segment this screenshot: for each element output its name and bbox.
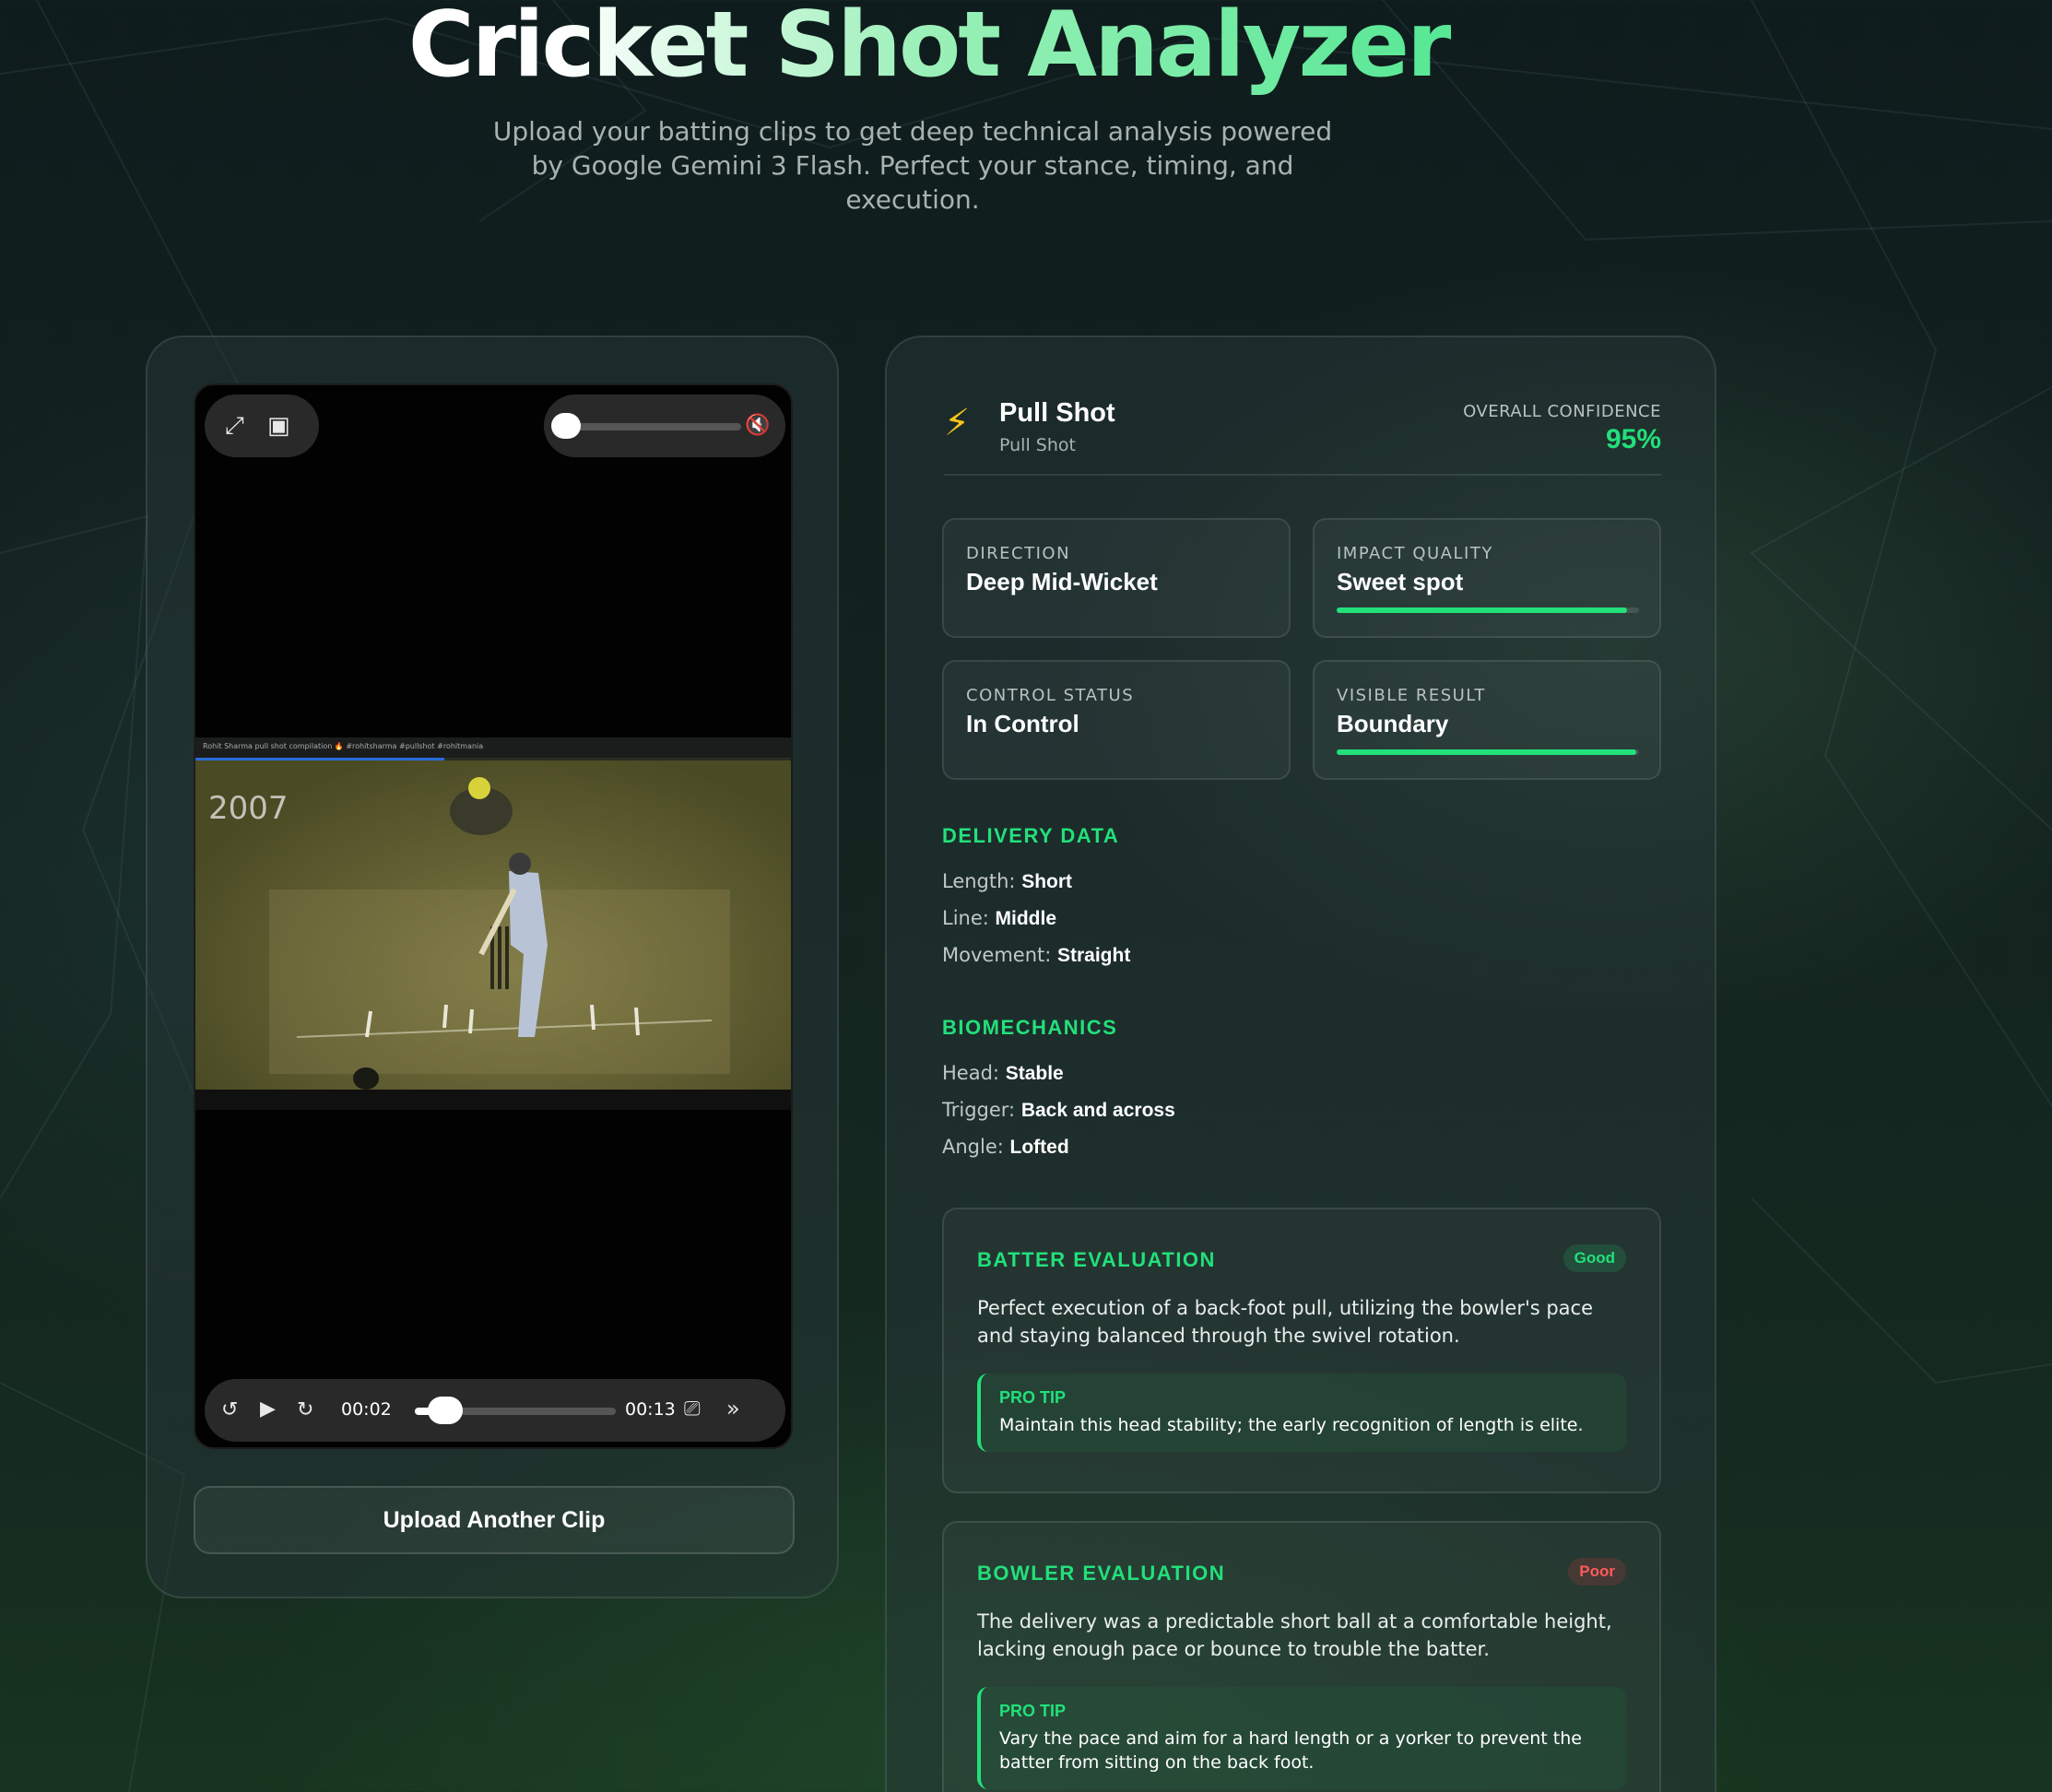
video-panel: ⤢ ▣ 🔇 Rohit Sharma pull shot compilation…	[146, 336, 839, 1598]
biomech-head: Head: Stable	[942, 1062, 1064, 1084]
video-scene: 2007	[195, 760, 791, 1090]
card-label: CONTROL STATUS	[966, 686, 1135, 705]
seek-bar-knob[interactable]	[427, 1397, 463, 1424]
volume-control[interactable]: 🔇	[544, 395, 785, 457]
page-title: Cricket Shot Analyzer	[0, 0, 1857, 98]
pro-tip-label: PRO TIP	[999, 1388, 1067, 1407]
bowler-evaluation-text: The delivery was a predictable short bal…	[977, 1610, 1612, 1660]
year-watermark: 2007	[208, 790, 289, 827]
skip-back-15-icon[interactable]: ↺	[221, 1397, 238, 1424]
impact-quality-bar-fill	[1337, 607, 1627, 613]
biomech-angle: Angle: Lofted	[942, 1136, 1069, 1158]
pro-tip-text: Vary the pace and aim for a hard length …	[999, 1728, 1582, 1773]
card-value: Boundary	[1337, 710, 1449, 737]
skip-forward-15-icon[interactable]: ↻	[297, 1397, 313, 1424]
pro-tip-label: PRO TIP	[999, 1702, 1067, 1720]
status-badge: Good	[1563, 1244, 1626, 1272]
biomech-trigger: Trigger: Back and across	[942, 1099, 1175, 1121]
card-value: In Control	[966, 710, 1079, 737]
impact-quality-bar	[1337, 607, 1639, 613]
status-badge: Poor	[1568, 1558, 1626, 1586]
bolt-icon: ⚡	[944, 402, 971, 444]
card-value: Sweet spot	[1337, 568, 1464, 595]
analysis-panel: ⚡ Pull Shot Pull Shot OVERALL CONFIDENCE…	[885, 336, 1716, 1792]
delivery-data-heading: DELIVERY DATA	[942, 824, 1120, 847]
shot-name: Pull Shot	[999, 398, 1115, 428]
playback-speed-icon[interactable]: »	[726, 1395, 740, 1422]
batter-evaluation-text: Perfect execution of a back-foot pull, u…	[977, 1297, 1594, 1347]
playback-controls: ↺ ▶ ↻ 00:02 00:13 ⎚ »	[205, 1379, 785, 1442]
visible-result-bar	[1337, 749, 1639, 755]
duration: 00:13	[625, 1399, 676, 1420]
impact-quality-card: IMPACT QUALITY Sweet spot	[1313, 518, 1661, 638]
shot-header: ⚡ Pull Shot Pull Shot OVERALL CONFIDENCE…	[944, 393, 1661, 476]
control-status-card: CONTROL STATUS In Control	[942, 660, 1291, 780]
batter-evaluation-title: BATTER EVALUATION	[977, 1248, 1216, 1271]
upload-another-clip-button[interactable]: Upload Another Clip	[194, 1486, 795, 1554]
direction-card: DIRECTION Deep Mid-Wicket	[942, 518, 1291, 638]
delivery-length: Length: Short	[942, 870, 1073, 892]
video-player[interactable]: ⤢ ▣ 🔇 Rohit Sharma pull shot compilation…	[194, 383, 793, 1449]
video-caption-bar: Rohit Sharma pull shot compilation 🔥 #ro…	[195, 737, 791, 758]
visible-result-card: VISIBLE RESULT Boundary	[1313, 660, 1661, 780]
card-label: IMPACT QUALITY	[1337, 544, 1493, 563]
confidence-label: OVERALL CONFIDENCE	[1463, 402, 1661, 421]
card-label: VISIBLE RESULT	[1337, 686, 1486, 705]
delivery-movement: Movement: Straight	[942, 944, 1131, 966]
current-time: 00:02	[341, 1399, 392, 1420]
bowler-evaluation-title: BOWLER EVALUATION	[977, 1562, 1226, 1585]
volume-slider-track[interactable]	[570, 423, 741, 430]
play-icon[interactable]: ▶	[260, 1396, 276, 1423]
expand-icon[interactable]: ⤢	[225, 412, 244, 440]
player-top-left-controls: ⤢ ▣	[205, 395, 319, 457]
shot-subtitle: Pull Shot	[999, 435, 1076, 455]
video-frame: Rohit Sharma pull shot compilation 🔥 #ro…	[195, 737, 791, 1110]
volume-slider-knob[interactable]	[551, 413, 581, 439]
bowler-pro-tip: PRO TIP Vary the pace and aim for a hard…	[977, 1687, 1626, 1789]
batter-evaluation-card: BATTER EVALUATION Good Perfect execution…	[942, 1208, 1661, 1493]
picture-in-picture-icon[interactable]: ▣	[267, 412, 290, 440]
mute-icon[interactable]: 🔇	[745, 412, 770, 440]
batter-pro-tip: PRO TIP Maintain this head stability; th…	[977, 1373, 1626, 1452]
pro-tip-text: Maintain this head stability; the early …	[999, 1415, 1584, 1435]
confidence-value: 95%	[1605, 424, 1661, 454]
visible-result-bar-fill	[1337, 749, 1636, 755]
airplay-icon[interactable]: ⎚	[684, 1396, 701, 1423]
embedded-control-bar	[195, 1090, 791, 1110]
biomechanics-heading: BIOMECHANICS	[942, 1016, 1118, 1039]
card-value: Deep Mid-Wicket	[966, 568, 1158, 595]
page-subtitle: Upload your batting clips to get deep te…	[492, 116, 1333, 215]
delivery-line: Line: Middle	[942, 907, 1057, 929]
bowler-evaluation-card: BOWLER EVALUATION Poor The delivery was …	[942, 1521, 1661, 1792]
card-label: DIRECTION	[966, 544, 1071, 563]
